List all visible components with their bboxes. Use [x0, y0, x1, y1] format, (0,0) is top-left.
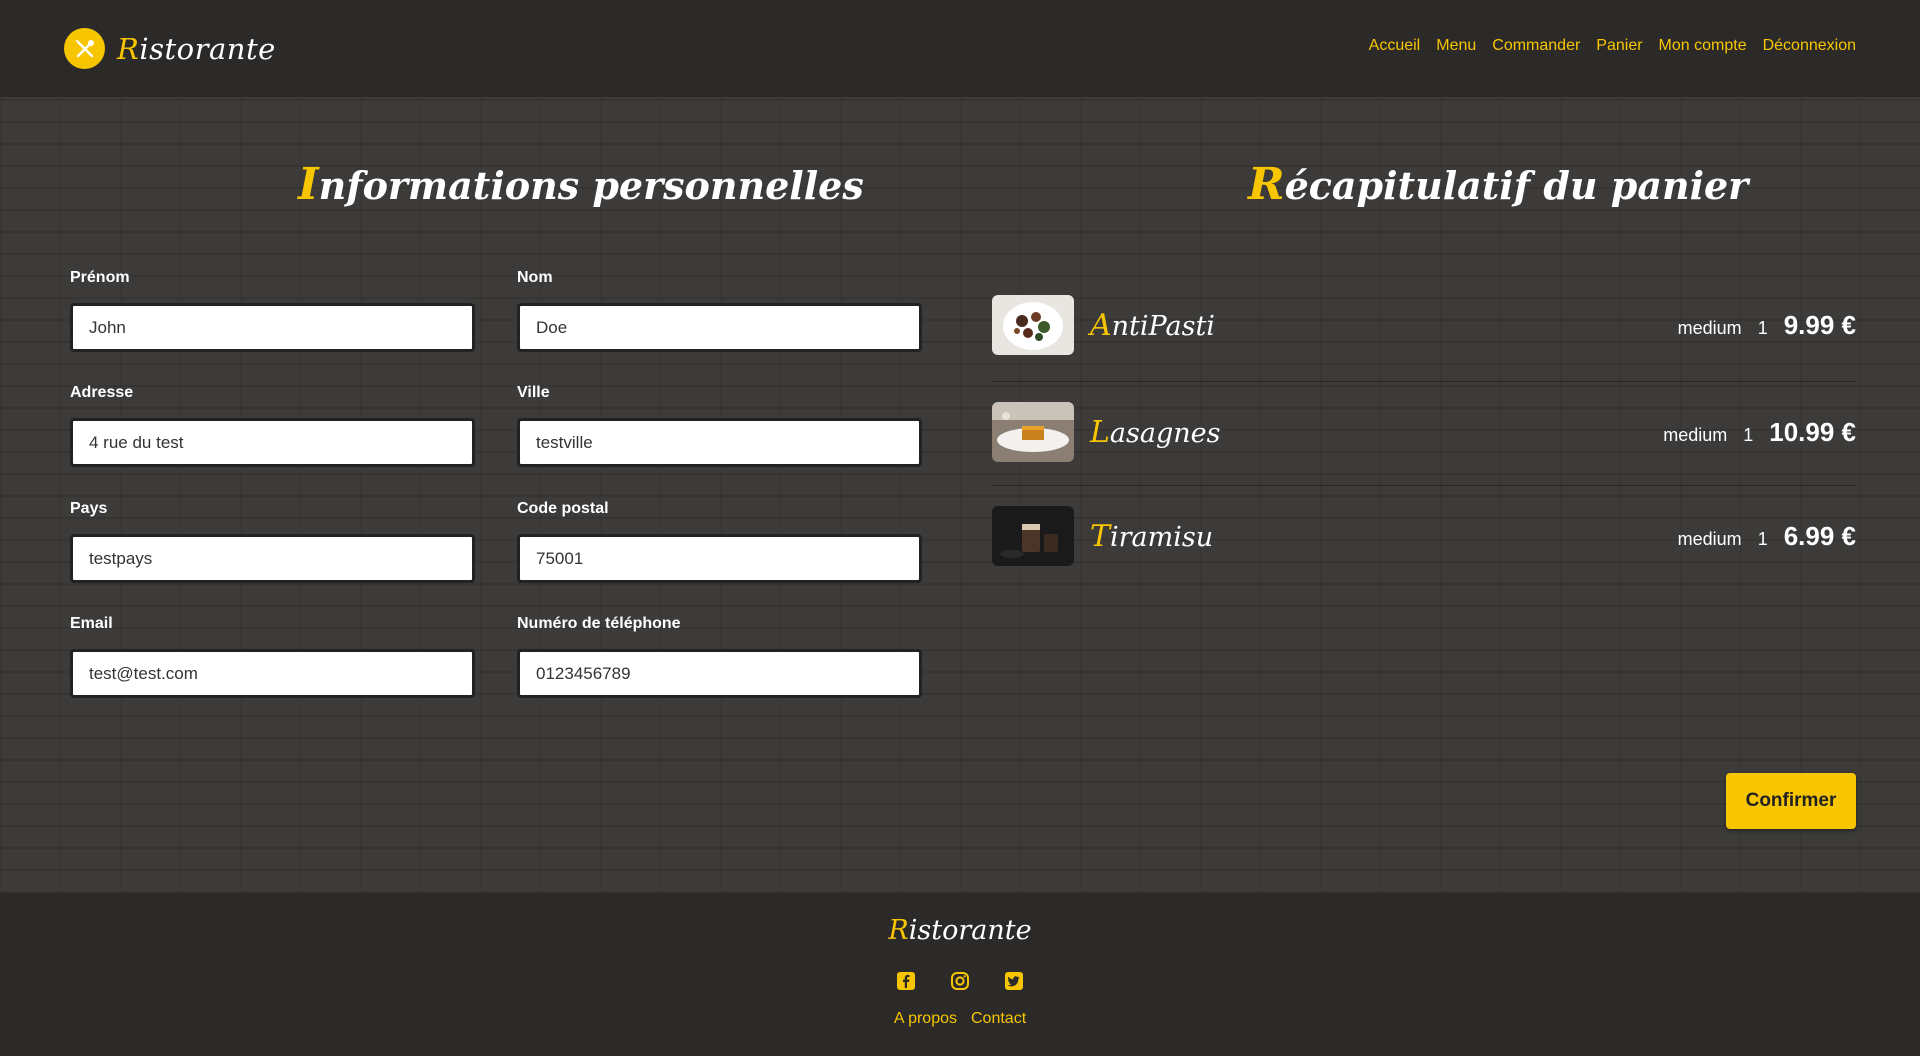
footer-link-a-propos[interactable]: A propos	[894, 1010, 957, 1028]
brand-name-rest: istorante	[139, 31, 276, 66]
confirm-button[interactable]: Confirmer	[1726, 773, 1856, 829]
nav-panier[interactable]: Panier	[1596, 37, 1642, 55]
decorative-capital: R	[1248, 159, 1285, 210]
field-label-nom: Nom	[517, 269, 553, 286]
brand[interactable]: Ristorante	[64, 28, 276, 69]
title-rest: écapitulatif du panier	[1284, 163, 1749, 208]
cart-item-price: 10.99 €	[1769, 416, 1856, 447]
title-rest: asagnes	[1109, 417, 1221, 449]
nav-deconnexion[interactable]: Déconnexion	[1763, 37, 1856, 55]
nav-menu[interactable]: Menu	[1436, 37, 1476, 55]
cart-item: AntiPasti medium 1 9.99 €	[992, 295, 1856, 355]
telephone-field[interactable]	[517, 649, 922, 698]
email-field[interactable]	[70, 649, 475, 698]
cart-item-details: medium 1 6.99 €	[1678, 521, 1856, 552]
lasagnes-image	[992, 402, 1074, 462]
nav-accueil[interactable]: Accueil	[1369, 37, 1421, 55]
cart-title: Récapitulatif du panier	[1248, 159, 1748, 210]
facebook-icon[interactable]	[896, 971, 916, 996]
field-label-code-postal: Code postal	[517, 500, 609, 517]
cart-item-size: medium	[1663, 424, 1728, 445]
footer-link-contact[interactable]: Contact	[971, 1010, 1026, 1028]
site-header: Ristorante Accueil Menu Commander Panier…	[0, 0, 1920, 97]
cart-item-qty: 1	[1757, 317, 1768, 338]
decorative-capital: T	[1090, 518, 1111, 554]
main-nav: Accueil Menu Commander Panier Mon compte…	[1369, 37, 1856, 55]
field-label-pays: Pays	[70, 500, 108, 517]
cart-item-name: Lasagnes	[1090, 415, 1220, 450]
cart-item-details: medium 1 10.99 €	[1663, 417, 1856, 448]
tiramisu-image	[992, 506, 1074, 566]
field-label-adresse: Adresse	[70, 384, 134, 401]
main-content: Informations personnelles Prénom Nom Adr…	[0, 97, 1920, 893]
cart-item: Lasagnes medium 1 10.99 €	[992, 402, 1856, 462]
cart-item-qty: 1	[1743, 424, 1754, 445]
field-label-telephone: Numéro de téléphone	[517, 615, 681, 632]
instagram-icon[interactable]	[950, 971, 970, 996]
decorative-capital: R	[888, 915, 909, 946]
nav-commander[interactable]: Commander	[1492, 37, 1580, 55]
cart-item-qty: 1	[1757, 528, 1768, 549]
cart-item-price: 9.99 €	[1783, 309, 1856, 340]
twitter-icon[interactable]	[1004, 971, 1024, 996]
cart-item-details: medium 1 9.99 €	[1678, 310, 1856, 341]
cart-item: Tiramisu medium 1 6.99 €	[992, 506, 1856, 566]
title-rest: iramisu	[1110, 521, 1214, 553]
cart-item-size: medium	[1677, 317, 1742, 338]
decorative-capital: I	[298, 159, 319, 210]
prenom-field[interactable]	[70, 303, 475, 352]
form-title: Informations personnelles	[298, 159, 864, 210]
site-footer: Ristorante A propos Contact	[0, 893, 1920, 1056]
adresse-field[interactable]	[70, 418, 475, 467]
cart-item-price: 6.99 €	[1783, 520, 1856, 551]
nom-field[interactable]	[517, 303, 922, 352]
decorative-capital: A	[1090, 307, 1112, 343]
ville-field[interactable]	[517, 418, 922, 467]
title-rest: istorante	[908, 915, 1032, 946]
nav-mon-compte[interactable]: Mon compte	[1659, 37, 1747, 55]
footer-links: A propos Contact	[0, 1010, 1920, 1028]
field-label-prenom: Prénom	[70, 269, 130, 286]
code-postal-field[interactable]	[517, 534, 922, 583]
title-rest: ntiPasti	[1111, 310, 1215, 342]
cart-item-name: Tiramisu	[1090, 519, 1213, 554]
antipasti-image	[992, 295, 1074, 355]
cart-item-size: medium	[1677, 528, 1742, 549]
decorative-capital: L	[1090, 414, 1110, 450]
cart-item-name: AntiPasti	[1090, 308, 1215, 343]
social-icons	[0, 971, 1920, 996]
field-label-ville: Ville	[517, 384, 550, 401]
footer-brand: Ristorante	[0, 915, 1920, 946]
title-rest: nformations personnelles	[318, 163, 864, 208]
cart-divider	[992, 381, 1856, 382]
brand-name: Ristorante	[117, 31, 276, 66]
pays-field[interactable]	[70, 534, 475, 583]
utensils-icon	[64, 28, 105, 69]
cart-divider	[992, 485, 1856, 486]
field-label-email: Email	[70, 615, 113, 632]
